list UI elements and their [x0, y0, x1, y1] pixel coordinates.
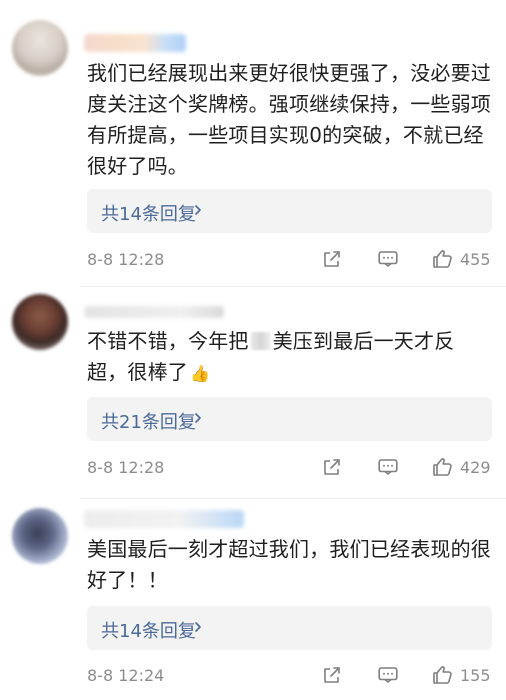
comment-text: 美国最后一刻才超过我们，我们已经表现的很好了！！	[87, 537, 491, 592]
timestamp: 8-8 12:28	[87, 458, 165, 477]
avatar[interactable]	[12, 294, 68, 350]
replies-count: 共14条回复	[101, 204, 196, 225]
avatar[interactable]	[12, 508, 68, 564]
like-count: 429	[460, 458, 491, 477]
comment-text-part-1: 不错不错，今年把	[87, 329, 249, 353]
comment-item: 我们已经展现出来更好很快更强了，没必要过度关注这个奖牌榜。强项继续保持，一些弱项…	[0, 0, 506, 284]
chevron-right-icon	[195, 413, 201, 423]
censored-text	[250, 332, 271, 350]
username-blurred[interactable]	[84, 510, 244, 528]
comment-text: 我们已经展现出来更好很快更强了，没必要过度关注这个奖牌榜。强项继续保持，一些弱项…	[87, 61, 491, 178]
thumbs-up-icon[interactable]	[430, 663, 454, 687]
like-count: 455	[460, 250, 491, 269]
username-blurred[interactable]	[84, 34, 186, 52]
comment-item: 美国最后一刻才超过我们，我们已经表现的很好了！！ 共14条回复 8-8 12:2…	[0, 498, 506, 700]
like-count: 155	[460, 666, 491, 685]
comment-icon[interactable]	[376, 247, 400, 271]
comment-item: 不错不错，今年把 美压到最后一天才反超，很棒了 👍 共21条回复 8-8 12:28…	[0, 286, 506, 486]
username-blurred[interactable]	[84, 306, 224, 318]
timestamp: 8-8 12:28	[87, 250, 165, 269]
chevron-right-icon	[195, 622, 201, 632]
avatar[interactable]	[12, 20, 68, 76]
timestamp: 8-8 12:24	[87, 666, 165, 685]
replies-count: 共14条回复	[101, 621, 196, 642]
thumbs-up-emoji: 👍	[190, 364, 211, 383]
comment-icon[interactable]	[376, 455, 400, 479]
share-icon[interactable]	[320, 455, 344, 479]
replies-link[interactable]: 共14条回复	[87, 189, 492, 233]
replies-link[interactable]: 共21条回复	[87, 397, 492, 441]
chevron-right-icon	[195, 205, 201, 215]
replies-count: 共21条回复	[101, 412, 196, 433]
share-icon[interactable]	[320, 663, 344, 687]
comment-icon[interactable]	[376, 663, 400, 687]
comment-text: 不错不错，今年把 美压到最后一天才反超，很棒了 👍	[87, 326, 492, 389]
replies-link[interactable]: 共14条回复	[87, 606, 492, 650]
share-icon[interactable]	[320, 247, 344, 271]
thumbs-up-icon[interactable]	[430, 247, 454, 271]
thumbs-up-icon[interactable]	[430, 455, 454, 479]
